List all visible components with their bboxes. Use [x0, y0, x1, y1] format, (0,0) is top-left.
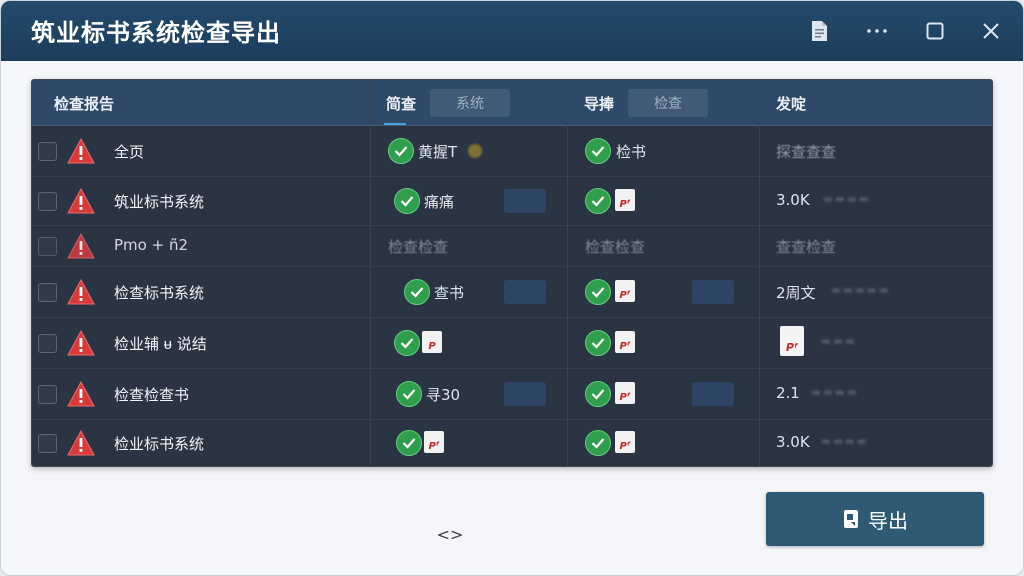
- row-col2-text: 黄握T: [418, 143, 458, 161]
- row-checkbox[interactable]: [38, 334, 57, 353]
- warning-icon: [67, 429, 95, 456]
- export-button[interactable]: 导出: [766, 492, 984, 546]
- header-col3-tab[interactable]: 检查: [628, 89, 709, 117]
- status-chip: [504, 189, 546, 213]
- app-window: 筑业标书系统 检查导出 检查报告 简查 系统 导捧 检查 发啶 全页 黄握T 检书…: [0, 0, 1024, 576]
- check-icon: [388, 138, 414, 164]
- more-options-icon[interactable]: [861, 15, 893, 47]
- status-chip: [504, 382, 546, 406]
- export-button-label: 导出: [868, 508, 908, 533]
- row-col4-text: 探查查查: [776, 143, 837, 161]
- title-bar: 筑业标书系统检查导出: [1, 1, 1023, 61]
- warning-icon: [67, 137, 95, 164]
- row-name: 检查检查书: [114, 386, 190, 404]
- warning-icon: [67, 329, 95, 356]
- status-dot: [468, 144, 482, 158]
- row-checkbox[interactable]: [38, 192, 57, 211]
- check-icon: [585, 330, 611, 356]
- pdf-icon[interactable]: P: [422, 331, 442, 353]
- warning-icon: [67, 232, 95, 259]
- header-col3-label: 导捧: [584, 94, 615, 113]
- row-col4-text: 3.0K: [776, 433, 810, 451]
- row-name: 全页: [114, 143, 145, 161]
- row-col2-text: 检查检查: [388, 238, 449, 256]
- pdf-icon[interactable]: Pᶠ: [615, 189, 635, 211]
- pdf-icon[interactable]: Pᶠ: [615, 280, 635, 302]
- header-col3[interactable]: 导捧 检查: [584, 80, 709, 126]
- check-icon: [394, 330, 420, 356]
- check-icon: [396, 381, 422, 407]
- check-icon: [585, 381, 611, 407]
- maximize-icon[interactable]: [919, 15, 951, 47]
- blurred-detail: ═ ═ ═ ═: [822, 435, 866, 450]
- row-col4-text: 查查检查: [776, 238, 837, 256]
- table-row[interactable]: 检业标书系统 Pᶠ Pᶠ 3.0K ═ ═ ═ ═: [32, 420, 992, 466]
- table-row[interactable]: Pmo + ñ2 检查检查 检查检查 查查检查: [32, 226, 992, 267]
- pdf-icon[interactable]: Pᶠ: [615, 431, 635, 453]
- close-icon[interactable]: [975, 15, 1007, 47]
- blurred-detail: ═ ═ ═ ═: [824, 193, 868, 208]
- check-icon: [404, 279, 430, 305]
- row-col2-text: 痛痛: [424, 193, 455, 211]
- row-col2-text: 查书: [434, 284, 465, 302]
- row-name: 筑业标书系统: [114, 193, 205, 211]
- row-checkbox[interactable]: [38, 283, 57, 302]
- status-chip: [692, 280, 734, 304]
- row-checkbox[interactable]: [38, 385, 57, 404]
- export-book-icon: [844, 510, 858, 528]
- table-row[interactable]: 检业辅 ᵾ 说结 P Pᶠ Pᶠ ═ ═ ═: [32, 318, 992, 369]
- check-icon: [396, 430, 422, 456]
- row-name: 检查标书系统: [114, 284, 205, 302]
- status-chip: [692, 382, 734, 406]
- row-col3-text: 检查检查: [585, 238, 646, 256]
- check-icon: [585, 430, 611, 456]
- pdf-icon[interactable]: Pᶠ: [424, 431, 444, 453]
- pdf-file-icon[interactable]: Pᶠ: [780, 326, 804, 356]
- header-col2-label: 简查: [386, 94, 417, 113]
- header-report[interactable]: 检查报告: [54, 80, 114, 126]
- warning-icon: [67, 187, 95, 214]
- document-icon[interactable]: [803, 15, 835, 47]
- pdf-icon[interactable]: Pᶠ: [615, 382, 635, 404]
- table-row[interactable]: 检查检查书 寻30 Pᶠ 2.1 ═ ═ ═ ═: [32, 369, 992, 420]
- blurred-detail: ═ ═ ═ ═: [812, 386, 856, 401]
- blurred-detail: ═ ═ ═: [822, 335, 854, 350]
- check-icon: [585, 138, 611, 164]
- table-row[interactable]: 筑业标书系统 痛痛 Pᶠ 3.0K ═ ═ ═ ═: [32, 177, 992, 226]
- row-col2-text: 寻30: [426, 386, 461, 404]
- header-col2-tab[interactable]: 系统: [430, 89, 511, 117]
- status-chip: [504, 280, 546, 304]
- pdf-icon[interactable]: Pᶠ: [615, 331, 635, 353]
- row-col3-text: 检书: [616, 143, 647, 161]
- table-row[interactable]: 检查标书系统 查书 Pᶠ 2周文 ═ ═ ═ ═ ═: [32, 267, 992, 318]
- pager-toggle[interactable]: <>: [437, 522, 464, 546]
- row-col4-text: 2.1: [776, 384, 800, 402]
- row-col4-text: 3.0K: [776, 191, 810, 209]
- header-col4[interactable]: 发啶: [776, 80, 806, 126]
- check-icon: [585, 188, 611, 214]
- table-row[interactable]: 全页 黄握T 检书 探查查查: [32, 126, 992, 177]
- row-col4-text: 2周文: [776, 284, 816, 302]
- check-icon: [585, 279, 611, 305]
- check-report-table: 检查报告 简查 系统 导捧 检查 发啶 全页 黄握T 检书 探查查查 筑业标书系…: [31, 79, 993, 467]
- header-col2[interactable]: 简查 系统: [386, 80, 511, 126]
- blurred-detail: ═ ═ ═ ═ ═: [832, 284, 888, 299]
- warning-icon: [67, 278, 95, 305]
- row-name: Pmo + ñ2: [114, 236, 188, 254]
- row-checkbox[interactable]: [38, 237, 57, 256]
- row-checkbox[interactable]: [38, 434, 57, 453]
- check-icon: [394, 188, 420, 214]
- row-name: 检业标书系统: [114, 435, 205, 453]
- row-checkbox[interactable]: [38, 142, 57, 161]
- table-header: 检查报告 简查 系统 导捧 检查 发啶: [32, 80, 992, 126]
- row-name: 检业辅 ᵾ 说结: [114, 335, 207, 353]
- warning-icon: [67, 380, 95, 407]
- window-title: 筑业标书系统检查导出: [31, 19, 281, 47]
